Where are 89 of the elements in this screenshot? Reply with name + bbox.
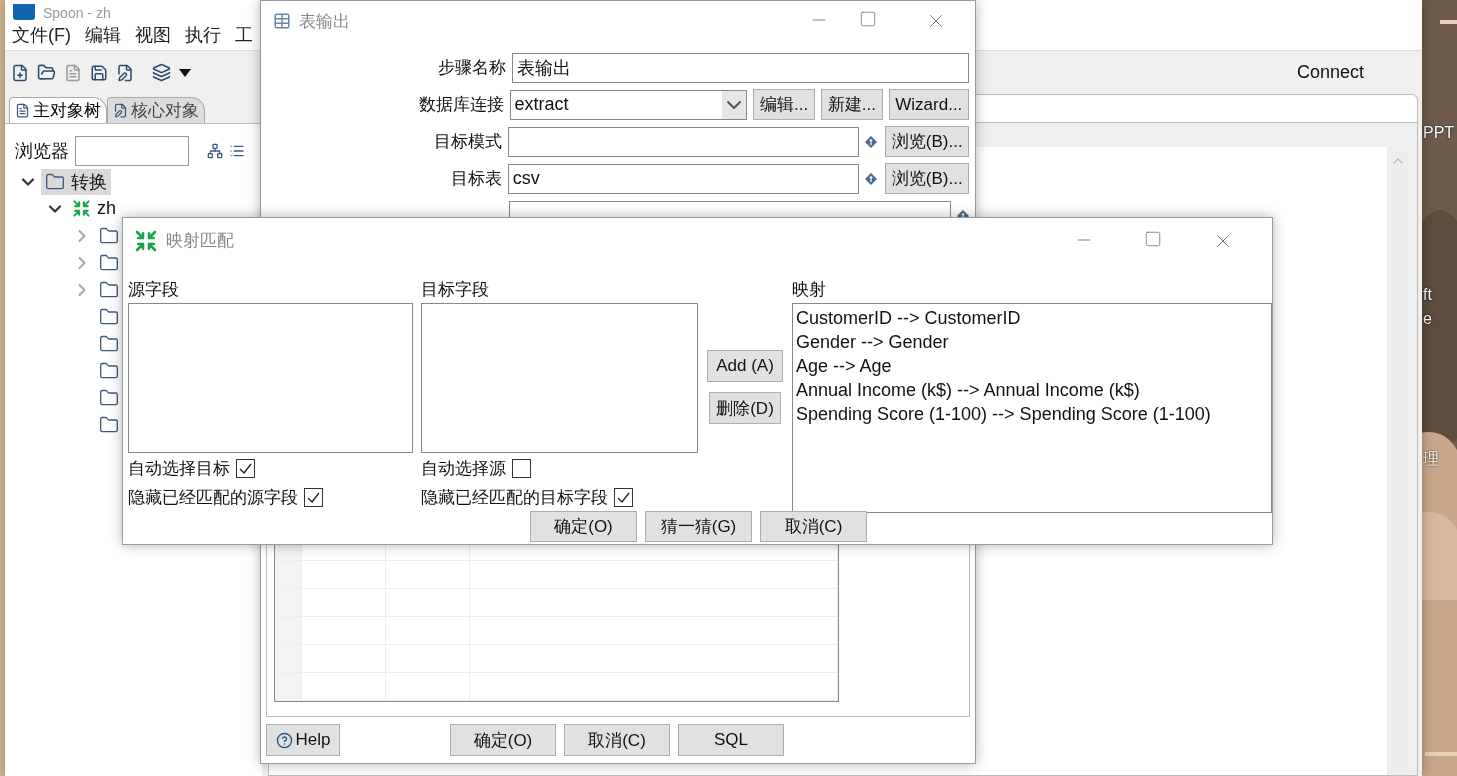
button[interactable]: 浏览(B)...: [885, 163, 969, 194]
button[interactable]: 确定(O): [530, 511, 637, 542]
button[interactable]: 编辑...: [753, 89, 815, 120]
field-label: 目标模式: [432, 131, 502, 153]
menu-item[interactable]: 视图: [135, 23, 171, 47]
variable-icon: [865, 172, 878, 185]
add-button[interactable]: Add (A): [707, 350, 783, 382]
window-title: Spoon - zh: [43, 6, 111, 20]
folder-icon: [99, 387, 119, 408]
shrink-arrows-icon: [134, 228, 158, 253]
app-logo-icon: [13, 4, 35, 20]
dialog-title: 表输出: [299, 12, 350, 30]
folder-icon: [99, 306, 119, 327]
variable-icon: [865, 135, 878, 148]
checkbox-label: 隐藏已经匹配的源字段: [128, 487, 298, 509]
maximize-icon[interactable]: [859, 10, 877, 28]
mapping-list[interactable]: CustomerID --> CustomerID Gender --> Gender Age --> Age Annual Income (k$) --> Annual Income (k$) Spending Score (1-100) --> Spending Score (1-100): [792, 303, 1272, 513]
document-icon: [15, 103, 30, 118]
checkbox-label: 隐藏已经匹配的目标字段: [421, 487, 608, 509]
save-as-icon: [116, 63, 134, 82]
checkbox-label: 自动选择源: [421, 458, 506, 480]
button[interactable]: 猜一猜(G): [645, 511, 752, 542]
checkbox-label: 自动选择目标: [128, 458, 230, 480]
new-file-icon: [11, 63, 29, 82]
mapping-item[interactable]: CustomerID --> CustomerID: [796, 306, 1268, 330]
text-field[interactable]: [507, 126, 860, 157]
list-label: 目标字段: [421, 279, 490, 301]
layers-icon: [152, 63, 171, 82]
folder-icon: [99, 225, 119, 246]
delete-button[interactable]: 删除(D): [709, 392, 781, 424]
folder-icon: [99, 279, 119, 300]
button[interactable]: Wizard...: [888, 89, 969, 120]
open-folder-icon: [37, 63, 56, 82]
checkbox[interactable]: [512, 459, 531, 478]
folder-icon: [99, 333, 119, 354]
tree-item[interactable]: 转换: [71, 169, 107, 194]
button[interactable]: 取消(C): [564, 724, 670, 756]
dialog-title: 映射匹配: [166, 232, 234, 249]
tab[interactable]: 核心对象: [107, 97, 205, 123]
folder-icon: [45, 171, 65, 192]
list-label: 映射: [792, 279, 827, 301]
button[interactable]: 新建...: [820, 89, 883, 120]
button[interactable]: SQL: [678, 724, 784, 756]
mapping-item[interactable]: Annual Income (k$) --> Annual Income (k$): [796, 378, 1268, 402]
checkbox[interactable]: [236, 459, 255, 478]
mapping-item[interactable]: Spending Score (1-100) --> Spending Score (1-100): [796, 402, 1268, 426]
shrink-arrows-icon: [72, 199, 91, 218]
mapping-item[interactable]: Age --> Age: [796, 354, 1268, 378]
folder-icon: [99, 252, 119, 273]
menu-item[interactable]: 编辑: [85, 23, 121, 47]
checkbox[interactable]: [614, 488, 633, 507]
dropdown[interactable]: extract: [509, 89, 748, 120]
menu-item[interactable]: 执行: [185, 23, 221, 47]
folder-icon: [99, 360, 119, 381]
maximize-icon[interactable]: [1144, 229, 1162, 248]
pencil-icon: [113, 103, 128, 118]
list-label: 源字段: [128, 279, 180, 301]
menu-item[interactable]: 工: [235, 23, 253, 47]
text-field[interactable]: 表输出: [511, 52, 969, 83]
menu-item[interactable]: 文件(F): [12, 23, 71, 47]
tree-item-highlight[interactable]: 转换: [41, 168, 111, 195]
desktop-icon-label[interactable]: e: [1423, 310, 1432, 328]
caret-icon: [179, 68, 191, 77]
field-label: 步骤名称: [436, 57, 506, 79]
desktop-icon-label[interactable]: ft: [1423, 286, 1432, 304]
checkbox[interactable]: [304, 488, 323, 507]
help-icon: [275, 731, 293, 749]
help-button[interactable]: Help: [266, 724, 340, 756]
connect-label[interactable]: Connect: [1296, 62, 1364, 83]
folder-icon: [99, 414, 119, 435]
field-label: 目标表: [449, 168, 502, 190]
button[interactable]: 浏览(B)...: [885, 126, 969, 157]
document-icon: [64, 63, 82, 82]
button[interactable]: 取消(C): [760, 511, 867, 542]
tab[interactable]: 主对象树: [9, 97, 107, 123]
target-field-list[interactable]: [421, 303, 698, 453]
text-field[interactable]: csv: [507, 163, 860, 194]
save-icon: [90, 63, 108, 82]
source-field-list[interactable]: [128, 303, 413, 453]
button[interactable]: 确定(O): [450, 724, 556, 756]
browser-label: 浏览器: [15, 140, 69, 163]
tree-view-icon[interactable]: [207, 143, 223, 159]
table-icon: [273, 12, 291, 30]
search-field[interactable]: [75, 136, 189, 166]
desktop-icon-label[interactable]: PPT: [1423, 124, 1455, 142]
mapping-item[interactable]: Gender --> Gender: [796, 330, 1268, 354]
list-view-icon[interactable]: [229, 143, 245, 159]
field-label: 数据库连接: [417, 94, 504, 116]
tree-item[interactable]: zh: [97, 198, 116, 219]
